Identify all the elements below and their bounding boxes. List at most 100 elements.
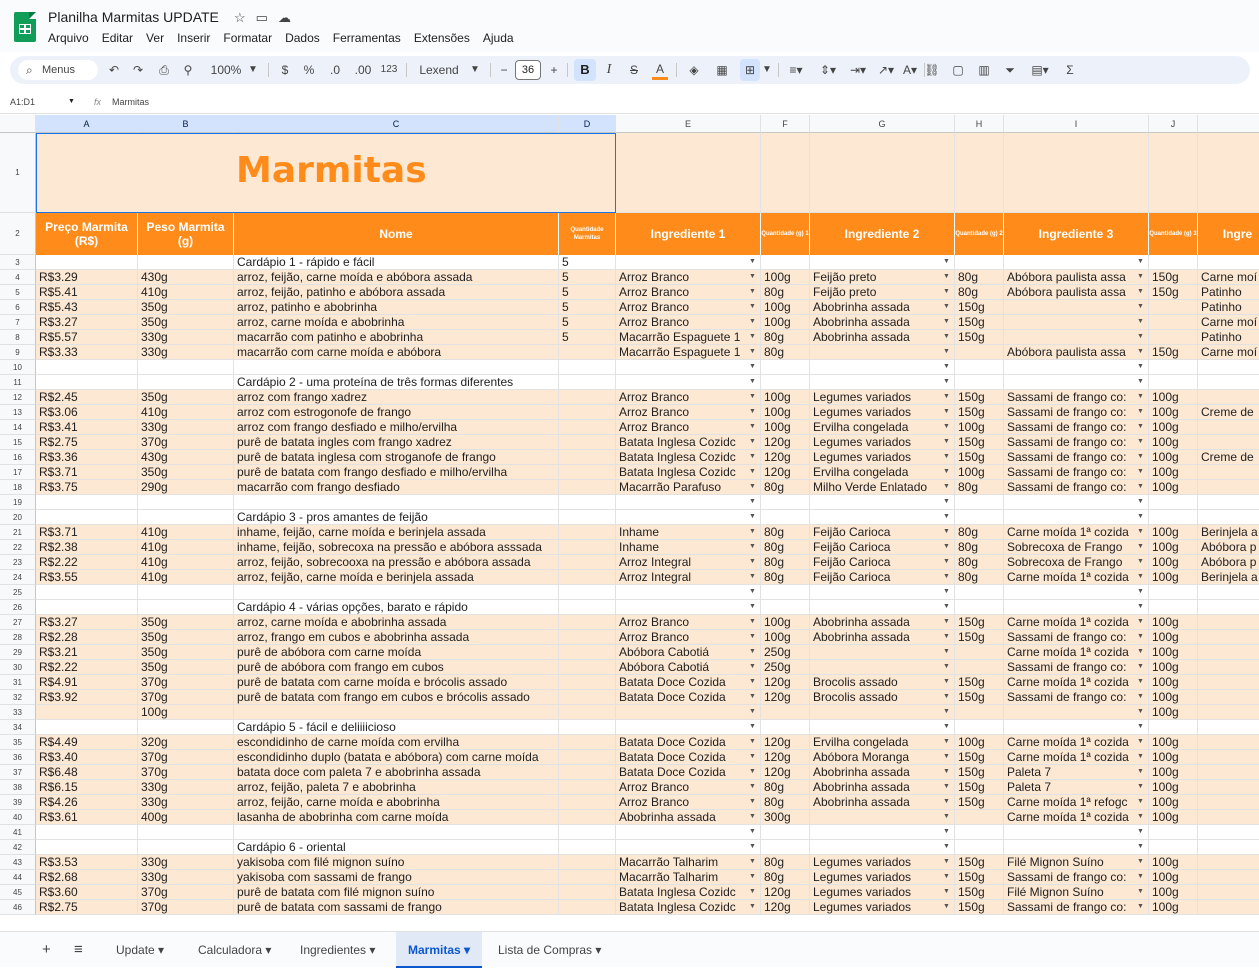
row-header[interactable]: 8 bbox=[0, 330, 36, 345]
cell-b30[interactable]: 350g bbox=[138, 660, 234, 675]
decrease-font-size-button[interactable]: − bbox=[497, 56, 511, 84]
cell-e3[interactable] bbox=[616, 255, 761, 270]
cell-c31[interactable]: purê de batata com carne moída e brócoli… bbox=[234, 675, 559, 690]
cell-i42[interactable] bbox=[1004, 840, 1149, 855]
cell-b42[interactable] bbox=[138, 840, 234, 855]
cell-k35[interactable] bbox=[1198, 735, 1259, 750]
cell-b11[interactable] bbox=[138, 375, 234, 390]
cell-h26[interactable] bbox=[955, 600, 1004, 615]
header-blank-cell[interactable] bbox=[1004, 133, 1149, 213]
cell-b17[interactable]: 350g bbox=[138, 465, 234, 480]
cell-e9[interactable]: Macarrão Espaguete 1 bbox=[616, 345, 761, 360]
cell-g20[interactable] bbox=[810, 510, 955, 525]
cell-f41[interactable] bbox=[761, 825, 810, 840]
cell-f27[interactable]: 100g bbox=[761, 615, 810, 630]
cell-e44[interactable]: Macarrão Talharim bbox=[616, 870, 761, 885]
cell-b39[interactable]: 330g bbox=[138, 795, 234, 810]
cell-h25[interactable] bbox=[955, 585, 1004, 600]
dropdown-arrow-icon[interactable]: ▼ bbox=[749, 618, 756, 625]
cell-f12[interactable]: 100g bbox=[761, 390, 810, 405]
dropdown-arrow-icon[interactable]: ▼ bbox=[749, 603, 756, 610]
cell-j32[interactable]: 100g bbox=[1149, 690, 1198, 705]
dropdown-arrow-icon[interactable]: ▼ bbox=[943, 888, 950, 895]
cell-d31[interactable] bbox=[559, 675, 616, 690]
cell-f4[interactable]: 100g bbox=[761, 270, 810, 285]
cell-f24[interactable]: 80g bbox=[761, 570, 810, 585]
dropdown-arrow-icon[interactable]: ▼ bbox=[943, 768, 950, 775]
cell-g36[interactable]: Abóbora Moranga bbox=[810, 750, 955, 765]
cell-g38[interactable]: Abobrinha assada bbox=[810, 780, 955, 795]
cell-d27[interactable] bbox=[559, 615, 616, 630]
column-header-a[interactable]: A bbox=[36, 115, 138, 133]
dropdown-arrow-icon[interactable]: ▼ bbox=[1137, 888, 1144, 895]
cell-c33[interactable] bbox=[234, 705, 559, 720]
cell-d22[interactable] bbox=[559, 540, 616, 555]
strikethrough-icon[interactable]: S bbox=[626, 56, 642, 84]
cell-e7[interactable]: Arroz Branco bbox=[616, 315, 761, 330]
cell-k8[interactable]: Patinho bbox=[1198, 330, 1259, 345]
cell-f16[interactable]: 120g bbox=[761, 450, 810, 465]
cell-i36[interactable]: Carne moída 1ª cozida bbox=[1004, 750, 1149, 765]
row-header[interactable]: 28 bbox=[0, 630, 36, 645]
cell-b6[interactable]: 350g bbox=[138, 300, 234, 315]
dropdown-arrow-icon[interactable]: ▼ bbox=[1137, 468, 1144, 475]
cell-h42[interactable] bbox=[955, 840, 1004, 855]
dropdown-arrow-icon[interactable]: ▼ bbox=[1137, 693, 1144, 700]
cell-h9[interactable] bbox=[955, 345, 1004, 360]
cell-i25[interactable] bbox=[1004, 585, 1149, 600]
cell-b29[interactable]: 350g bbox=[138, 645, 234, 660]
cell-d30[interactable] bbox=[559, 660, 616, 675]
cell-c28[interactable]: arroz, frango em cubos e abobrinha assad… bbox=[234, 630, 559, 645]
dropdown-arrow-icon[interactable]: ▼ bbox=[943, 618, 950, 625]
cell-c12[interactable]: arroz com frango xadrez bbox=[234, 390, 559, 405]
cell-f40[interactable]: 300g bbox=[761, 810, 810, 825]
cell-h7[interactable]: 150g bbox=[955, 315, 1004, 330]
cell-b46[interactable]: 370g bbox=[138, 900, 234, 915]
cell-a9[interactable]: R$3.33 bbox=[36, 345, 138, 360]
cell-a6[interactable]: R$5.43 bbox=[36, 300, 138, 315]
dropdown-arrow-icon[interactable]: ▼ bbox=[1137, 603, 1144, 610]
cell-h37[interactable]: 150g bbox=[955, 765, 1004, 780]
cell-f6[interactable]: 100g bbox=[761, 300, 810, 315]
cell-f33[interactable] bbox=[761, 705, 810, 720]
dropdown-arrow-icon[interactable]: ▼ bbox=[943, 288, 950, 295]
cell-h21[interactable]: 80g bbox=[955, 525, 1004, 540]
cell-e40[interactable]: Abobrinha assada bbox=[616, 810, 761, 825]
row-header[interactable]: 29 bbox=[0, 645, 36, 660]
cell-b15[interactable]: 370g bbox=[138, 435, 234, 450]
cell-a38[interactable]: R$6.15 bbox=[36, 780, 138, 795]
cell-g33[interactable] bbox=[810, 705, 955, 720]
cell-g39[interactable]: Abobrinha assada bbox=[810, 795, 955, 810]
dropdown-arrow-icon[interactable]: ▼ bbox=[943, 333, 950, 340]
cell-g43[interactable]: Legumes variados bbox=[810, 855, 955, 870]
dropdown-arrow-icon[interactable]: ▼ bbox=[943, 678, 950, 685]
cell-b14[interactable]: 330g bbox=[138, 420, 234, 435]
dropdown-arrow-icon[interactable]: ▼ bbox=[943, 603, 950, 610]
dropdown-arrow-icon[interactable]: ▼ bbox=[943, 378, 950, 385]
cell-k18[interactable] bbox=[1198, 480, 1259, 495]
cell-c10[interactable] bbox=[234, 360, 559, 375]
cell-k19[interactable] bbox=[1198, 495, 1259, 510]
cell-c5[interactable]: arroz, feijão, patinho e abóbora assada bbox=[234, 285, 559, 300]
cell-a14[interactable]: R$3.41 bbox=[36, 420, 138, 435]
cell-a23[interactable]: R$2.22 bbox=[36, 555, 138, 570]
cell-e29[interactable]: Abóbora Cabotiá bbox=[616, 645, 761, 660]
dropdown-arrow-icon[interactable]: ▼ bbox=[943, 738, 950, 745]
cell-i8[interactable] bbox=[1004, 330, 1149, 345]
row-header[interactable]: 25 bbox=[0, 585, 36, 600]
dropdown-arrow-icon[interactable]: ▼ bbox=[943, 258, 950, 265]
dropdown-arrow-icon[interactable]: ▼ bbox=[943, 573, 950, 580]
cell-b37[interactable]: 370g bbox=[138, 765, 234, 780]
row-header[interactable]: 15 bbox=[0, 435, 36, 450]
format-number-button[interactable]: 123 bbox=[380, 56, 398, 84]
cell-b4[interactable]: 430g bbox=[138, 270, 234, 285]
dropdown-arrow-icon[interactable]: ▼ bbox=[1137, 513, 1144, 520]
cell-a32[interactable]: R$3.92 bbox=[36, 690, 138, 705]
cell-h4[interactable]: 80g bbox=[955, 270, 1004, 285]
cell-j24[interactable]: 100g bbox=[1149, 570, 1198, 585]
cell-k29[interactable] bbox=[1198, 645, 1259, 660]
cell-k36[interactable] bbox=[1198, 750, 1259, 765]
star-icon[interactable]: ☆ bbox=[234, 10, 246, 26]
cell-k3[interactable] bbox=[1198, 255, 1259, 270]
cell-f37[interactable]: 120g bbox=[761, 765, 810, 780]
